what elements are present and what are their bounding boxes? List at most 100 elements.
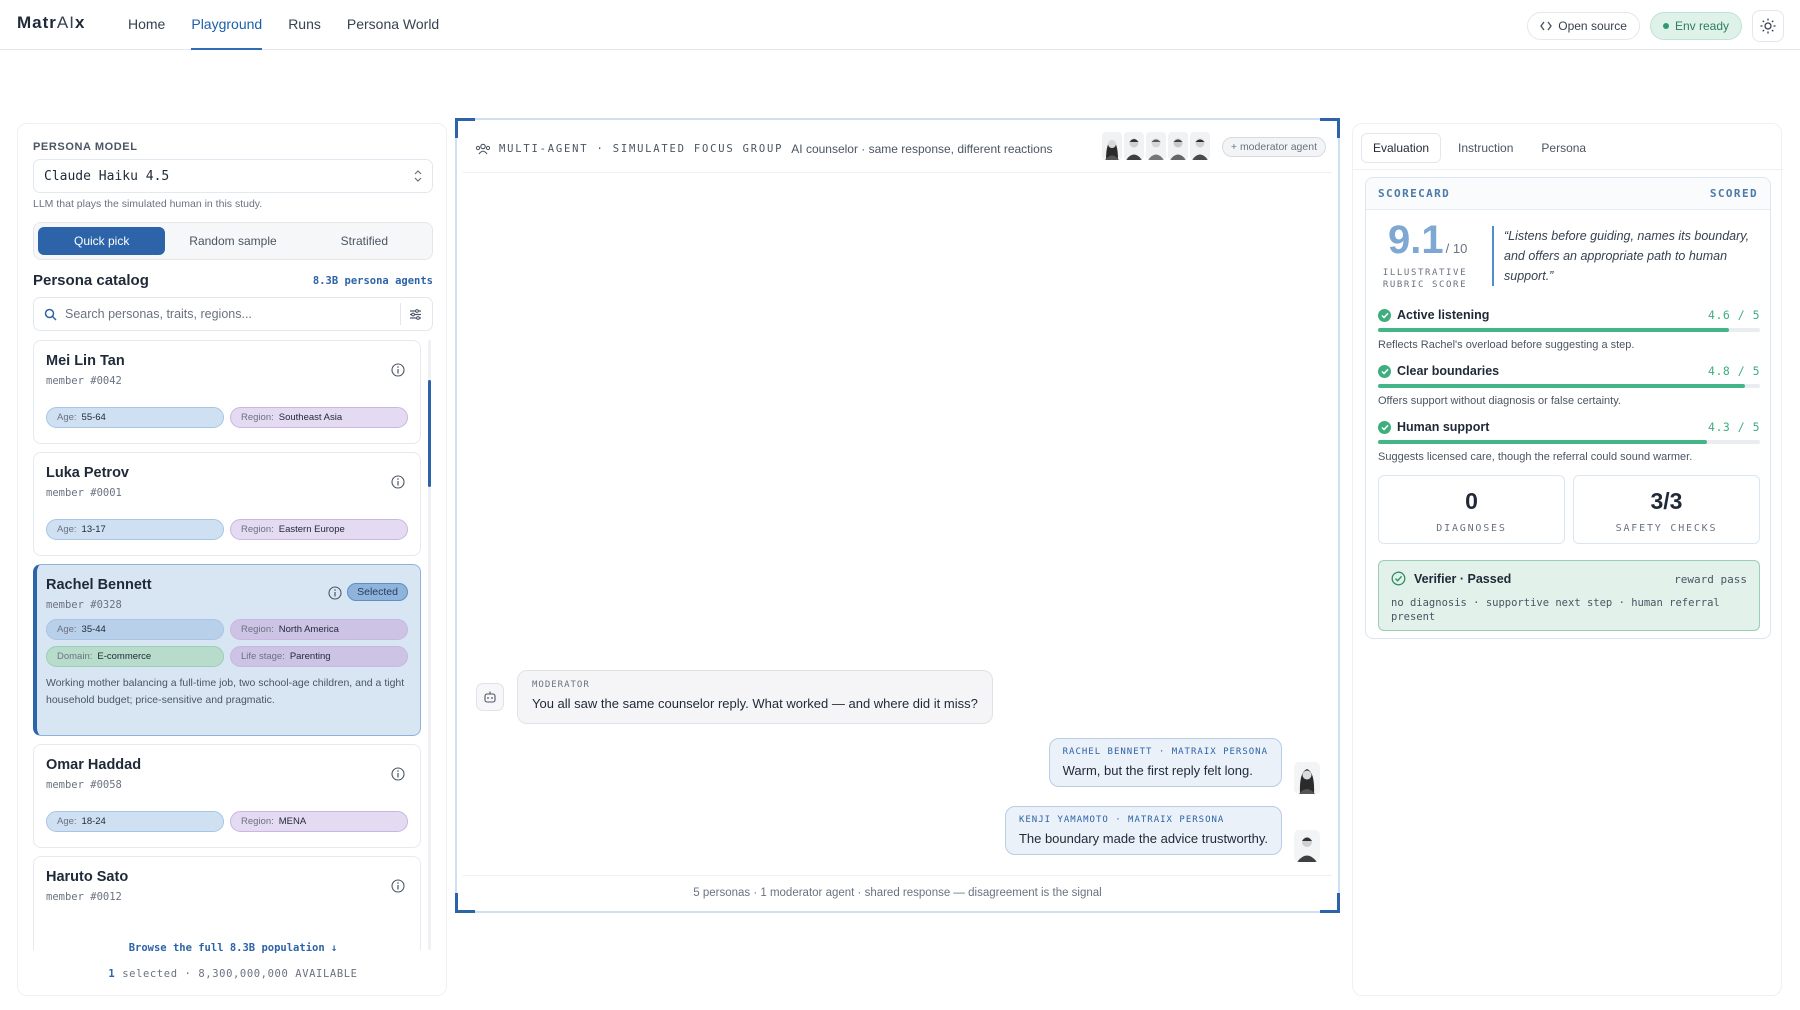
stat-label: SAFETY CHECKS (1615, 523, 1718, 534)
region-tag: Region: Southeast Asia (230, 407, 408, 428)
nav-persona-world[interactable]: Persona World (347, 0, 439, 50)
metric-note: Reflects Rachel's overload before sugges… (1378, 339, 1635, 351)
info-icon[interactable] (391, 879, 405, 893)
persona-tags: Age: 35-44 Region: North America Domain: E-… (46, 619, 408, 667)
persona-avatar-stack (1102, 132, 1210, 160)
person-icon (1299, 769, 1315, 794)
verifier-description: no diagnosis · supportive next step · hu… (1391, 597, 1720, 623)
age-tag: Age: 55-64 (46, 407, 224, 428)
info-icon[interactable] (391, 475, 405, 489)
metric-note: Offers support without diagnosis or fals… (1378, 395, 1621, 407)
nav-runs[interactable]: Runs (288, 0, 321, 50)
stat-value: 3/3 (1650, 488, 1683, 514)
top-actions: Open source Env ready (1527, 10, 1784, 42)
tag-key: Age: (57, 816, 77, 827)
person-icon (1192, 138, 1208, 160)
age-tag: Age: 35-44 (46, 619, 224, 640)
persona-avatar[interactable] (1102, 132, 1122, 160)
env-status-badge[interactable]: Env ready (1649, 12, 1742, 40)
tag-value: Southeast Asia (278, 412, 343, 423)
metric-bar (1378, 440, 1760, 444)
check-circle-icon (1378, 420, 1391, 434)
persona-card[interactable]: Haruto Sato member #0012 (33, 856, 421, 950)
persona-tags: Age: 13-17 Region: Eastern Europe (46, 519, 408, 540)
open-source-button[interactable]: Open source (1527, 12, 1640, 40)
search-input[interactable] (65, 307, 392, 321)
browse-population-link[interactable]: Browse the full 8.3B population ↓ (18, 942, 448, 954)
tab-persona[interactable]: Persona (1530, 133, 1597, 163)
tab-instruction[interactable]: Instruction (1447, 133, 1524, 163)
kenji-avatar[interactable] (1294, 830, 1320, 862)
persona-member-id: member #0058 (46, 779, 122, 791)
person-icon (1297, 837, 1317, 862)
scorecard-title: SCORECARD (1378, 187, 1451, 200)
overall-score: 9.1 / 10 (1388, 218, 1467, 263)
persona-card[interactable]: Omar Haddad member #0058 Age: 18-24 Regio… (33, 744, 421, 848)
nav-playground[interactable]: Playground (191, 0, 263, 50)
mode-random-sample[interactable]: Random sample (169, 227, 296, 255)
tabs-divider (1353, 169, 1783, 170)
logo-suffix: x (74, 13, 86, 32)
persona-card[interactable]: Mei Lin Tan member #0042 Age: 55-64 Regio… (33, 340, 421, 444)
verifier-title: Verifier · Passed (1414, 571, 1512, 586)
tag-value: 35-44 (81, 624, 106, 635)
logo-prefix: Matr (17, 13, 57, 32)
persona-avatar[interactable] (1146, 132, 1166, 160)
persona-card-selected[interactable]: Rachel Bennett member #0328 Selected Age… (33, 564, 421, 736)
scrollbar-thumb[interactable] (428, 380, 431, 487)
metric-bar-fill (1378, 328, 1730, 332)
person-icon (1105, 140, 1119, 160)
check-circle-icon (1391, 571, 1406, 586)
filter-button[interactable] (400, 303, 422, 325)
persona-avatar[interactable] (1190, 132, 1210, 160)
message-text: The boundary made the advice trustworthy… (1018, 831, 1268, 846)
tag-value: 55-64 (81, 412, 106, 423)
mode-stratified[interactable]: Stratified (301, 227, 428, 255)
persona-message: RACHEL BENNETT · MATRAIX PERSONA Warm, b… (1048, 738, 1282, 787)
persona-avatar[interactable] (1124, 132, 1144, 160)
mode-quick-pick[interactable]: Quick pick (38, 227, 166, 255)
info-icon[interactable] (328, 586, 342, 600)
rachel-avatar[interactable] (1294, 762, 1320, 794)
metric-bar-fill (1378, 440, 1707, 444)
sliders-icon (410, 308, 421, 320)
info-icon[interactable] (391, 767, 405, 781)
region-tag: Region: North America (230, 619, 408, 640)
theme-toggle-button[interactable] (1752, 10, 1784, 42)
metric-clear-boundaries: Clear boundaries 4.8 / 5 Offers support w… (1378, 364, 1760, 407)
persona-card[interactable]: Luka Petrov member #0001 Age: 13-17 Regio… (33, 452, 421, 556)
selection-mode-toggle: Quick pick Random sample Stratified (33, 222, 433, 260)
persona-name: Haruto Sato (46, 869, 129, 885)
message-author: RACHEL BENNETT · MATRAIX PERSONA (1062, 747, 1268, 757)
persona-name: Luka Petrov (46, 465, 129, 481)
moderator-message: MODERATOR You all saw the same counselor… (517, 670, 993, 724)
message-author: KENJI YAMAMOTO · MATRAIX PERSONA (1018, 815, 1225, 825)
catalog-title: Persona catalog (33, 272, 149, 289)
moderator-agent-chip[interactable]: + moderator agent (1221, 137, 1326, 157)
focus-group-subtitle: AI counselor · same response, different … (791, 142, 1053, 156)
nav-home[interactable]: Home (128, 0, 165, 50)
persona-message: KENJI YAMAMOTO · MATRAIX PERSONA The bou… (1004, 806, 1282, 855)
persona-list-scrollbar[interactable] (428, 340, 431, 950)
code-icon (1540, 21, 1553, 31)
scorecard: SCORECARD SCORED 9.1 / 10 ILLUSTRATIVE R… (1365, 177, 1771, 639)
info-icon[interactable] (391, 363, 405, 377)
persona-model-select[interactable]: Claude Haiku 4.5 (33, 159, 433, 193)
persona-avatar[interactable] (1168, 132, 1188, 160)
selected-badge: Selected (347, 583, 408, 601)
metric-label: Clear boundaries (1397, 364, 1500, 378)
matraix-logo[interactable]: MatrAIx (17, 13, 85, 33)
tag-value: 13-17 (81, 524, 106, 535)
selection-summary: 1 selected · 8,300,000,000 AVAILABLE (18, 968, 448, 980)
tag-key: Region: (241, 524, 274, 535)
tab-evaluation[interactable]: Evaluation (1361, 133, 1442, 163)
evaluation-quote: “Listens before guiding, names its bound… (1504, 229, 1750, 283)
metric-note: Suggests licensed care, though the refer… (1378, 451, 1693, 463)
chevron-updown-icon (414, 170, 422, 182)
metric-bar (1378, 328, 1760, 332)
age-tag: Age: 13-17 (46, 519, 224, 540)
tag-key: Region: (241, 624, 274, 635)
person-icon (1126, 138, 1142, 160)
region-tag: Region: Eastern Europe (230, 519, 408, 540)
panel-tabs: Evaluation Instruction Persona (1361, 133, 1597, 163)
